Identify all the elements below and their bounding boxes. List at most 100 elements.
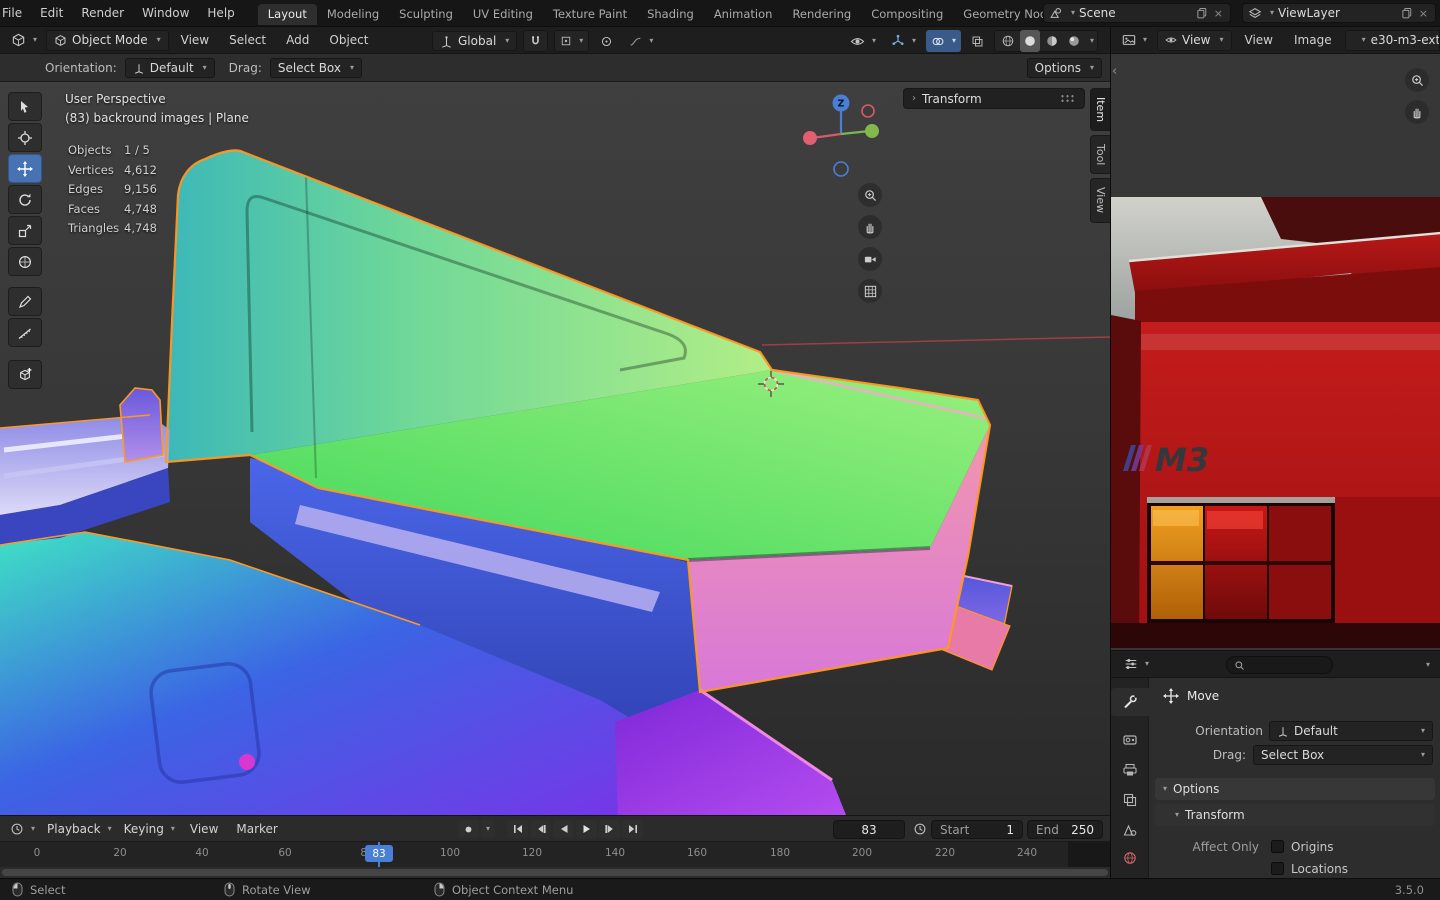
xray-toggle[interactable] — [966, 30, 989, 52]
panel-expand-arrow[interactable]: › — [912, 93, 916, 104]
image-pan-button[interactable] — [1405, 100, 1429, 124]
orthographic-toggle-button[interactable] — [858, 279, 882, 303]
viewlayer-name[interactable]: ViewLayer — [1278, 6, 1397, 20]
properties-search-input[interactable] — [1226, 656, 1333, 674]
timeline-scrollbar[interactable] — [0, 867, 1110, 878]
keying-menu[interactable]: Keying ▾ — [119, 818, 180, 840]
workspace-tab-animation[interactable]: Animation — [704, 4, 783, 25]
gizmos-dropdown[interactable]: ▾ — [886, 30, 921, 52]
properties-tab-tool[interactable] — [1111, 688, 1149, 716]
frame-start-field[interactable]: Start 1 — [931, 820, 1023, 839]
tool-tweak[interactable] — [8, 92, 42, 121]
remove-viewlayer-icon[interactable]: × — [1417, 7, 1430, 20]
jump-to-end-button[interactable] — [622, 820, 643, 838]
image-editor-canvas[interactable]: M3 — [1110, 54, 1440, 650]
gizmo-z-neg-axis[interactable] — [833, 161, 849, 177]
menu-select[interactable]: Select — [221, 27, 274, 53]
sidebar-tab-view[interactable]: View — [1090, 178, 1110, 223]
new-scene-icon[interactable] — [1196, 7, 1208, 19]
camera-view-button[interactable] — [858, 247, 882, 271]
menu-render[interactable]: Render — [72, 0, 133, 27]
menu-file[interactable]: File — [0, 0, 31, 27]
proportional-editing-toggle[interactable] — [595, 30, 618, 52]
mode-dropdown[interactable]: Object Mode ▾ — [46, 29, 169, 51]
tool-rotate[interactable] — [8, 185, 42, 214]
pan-button[interactable] — [858, 215, 882, 239]
workspace-tab-layout[interactable]: Layout — [257, 4, 317, 25]
menu-help[interactable]: Help — [198, 0, 243, 27]
image-menu-image[interactable]: Image — [1286, 27, 1340, 53]
shading-solid-button[interactable] — [1019, 30, 1040, 52]
current-frame-field[interactable]: 83 — [833, 820, 905, 839]
workspace-tab-modeling[interactable]: Modeling — [317, 4, 389, 25]
viewlayer-selector[interactable]: ▾ ViewLayer × — [1242, 3, 1436, 23]
orientation-dropdown[interactable]: Default ▾ — [124, 57, 215, 78]
transform-panel[interactable]: › Transform — [903, 88, 1085, 109]
shading-wireframe-button[interactable] — [998, 30, 1018, 52]
properties-tab-viewlayer[interactable] — [1122, 792, 1138, 808]
image-datablock-selector[interactable]: ▾ e30-m3-exter — [1344, 29, 1440, 51]
properties-tab-world[interactable] — [1122, 850, 1138, 866]
sidebar-tab-item[interactable]: Item — [1090, 88, 1110, 132]
origins-checkbox[interactable] — [1271, 840, 1284, 853]
play-button[interactable] — [576, 820, 597, 838]
next-keyframe-button[interactable] — [599, 820, 620, 838]
scene-name[interactable]: Scene — [1079, 6, 1192, 20]
menu-add[interactable]: Add — [278, 27, 317, 53]
gizmo-x-axis[interactable] — [803, 131, 817, 145]
workspace-tab-uv-editing[interactable]: UV Editing — [463, 4, 543, 25]
timeline-marker-menu[interactable]: Marker — [228, 816, 285, 842]
options-dropdown[interactable]: Options ▾ — [1026, 58, 1102, 78]
menu-object[interactable]: Object — [321, 27, 376, 53]
transform-subpanel-header[interactable]: ▾ Transform — [1155, 804, 1435, 826]
scene-selector[interactable]: ▾ Scene × — [1043, 3, 1231, 23]
sidebar-tab-tool[interactable]: Tool — [1090, 135, 1110, 175]
workspace-tab-rendering[interactable]: Rendering — [782, 4, 861, 25]
properties-tab-scene[interactable] — [1122, 822, 1138, 838]
auto-keying-toggle[interactable] — [458, 820, 479, 838]
menu-view[interactable]: View — [173, 27, 217, 53]
tool-cursor[interactable] — [8, 123, 42, 152]
jump-to-start-button[interactable] — [507, 820, 528, 838]
scrollbar-thumb[interactable] — [2, 869, 1108, 876]
frame-end-field[interactable]: End 250 — [1027, 820, 1103, 839]
tool-measure[interactable] — [8, 318, 42, 347]
properties-drag-dropdown[interactable]: Select Box ▾ — [1253, 745, 1433, 765]
panel-drag-handle-icon[interactable] — [1060, 94, 1076, 103]
properties-editor-type-button[interactable]: ▾ — [1119, 653, 1154, 675]
gizmo-x-neg-axis[interactable] — [861, 104, 875, 118]
transform-orientation-dropdown[interactable]: Global ▾ — [432, 31, 518, 51]
new-viewlayer-icon[interactable] — [1401, 7, 1413, 19]
image-menu-view[interactable]: View — [1237, 27, 1281, 53]
playhead-badge[interactable]: 83 — [365, 845, 393, 862]
drag-dropdown[interactable]: Select Box ▾ — [269, 57, 363, 78]
region-expand-arrow[interactable]: ‹ — [1112, 64, 1117, 79]
workspace-tab-texture-paint[interactable]: Texture Paint — [543, 4, 637, 25]
tool-scale[interactable] — [8, 216, 42, 245]
image-mode-dropdown[interactable]: View ▾ — [1157, 29, 1232, 51]
gizmo-y-axis[interactable] — [865, 124, 879, 138]
unlink-scene-icon[interactable]: × — [1212, 7, 1225, 20]
previous-keyframe-button[interactable] — [530, 820, 551, 838]
overlays-dropdown[interactable]: ▾ — [925, 30, 961, 52]
timeline-editor-type-button[interactable]: ▾ — [5, 818, 40, 840]
visibility-dropdown[interactable]: ▾ — [845, 30, 881, 52]
options-panel-header[interactable]: ▾ Options — [1155, 778, 1435, 800]
shading-material-button[interactable] — [1042, 30, 1062, 52]
menu-window[interactable]: Window — [133, 0, 198, 27]
editor-type-button[interactable]: ▾ — [6, 29, 42, 51]
play-reverse-button[interactable] — [553, 820, 574, 838]
menu-edit[interactable]: Edit — [31, 0, 72, 27]
timeline-ruler[interactable]: 0 20 40 60 80 100 120 140 160 180 200 22… — [0, 841, 1110, 867]
image-editor-type-button[interactable]: ▾ — [1117, 29, 1152, 51]
workspace-tab-sculpting[interactable]: Sculpting — [389, 4, 463, 25]
tool-add-cube[interactable] — [8, 360, 42, 389]
tool-move[interactable] — [8, 154, 42, 183]
navigation-gizmo[interactable]: Z — [790, 90, 900, 185]
workspace-tab-shading[interactable]: Shading — [637, 4, 704, 25]
image-zoom-button[interactable] — [1405, 68, 1429, 92]
shading-rendered-button[interactable] — [1064, 30, 1084, 52]
snap-settings-dropdown[interactable]: ▾ — [554, 30, 590, 52]
properties-orientation-dropdown[interactable]: Default ▾ — [1269, 721, 1433, 741]
snap-toggle[interactable] — [523, 30, 549, 52]
